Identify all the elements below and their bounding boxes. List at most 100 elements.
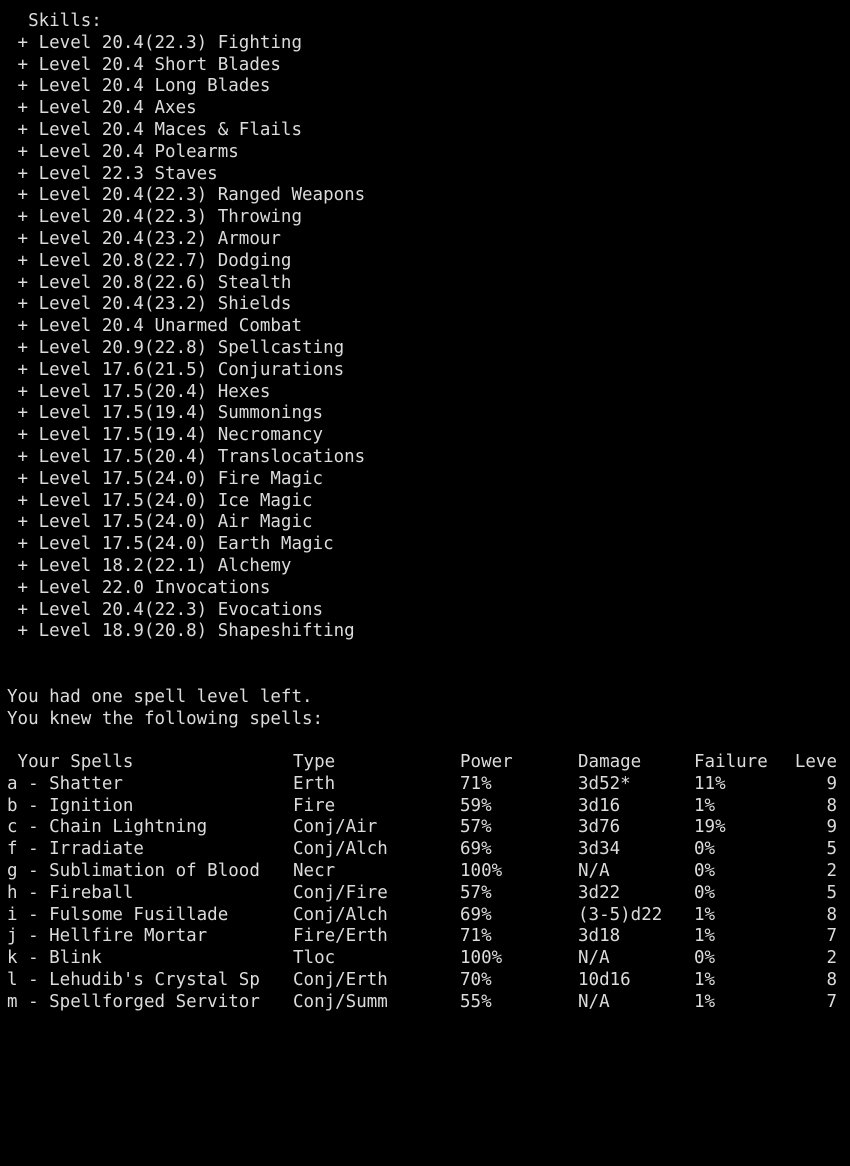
skill-row: + Level 20.4(23.2) Shields: [7, 294, 292, 315]
skill-row: + Level 18.9(20.8) Shapeshifting: [7, 621, 355, 642]
spell-name[interactable]: g - Sublimation of Blood: [7, 861, 260, 883]
spell-power: 71%: [460, 773, 492, 794]
skill-row: + Level 20.4(22.3) Evocations: [7, 599, 324, 620]
skill-row: + Level 17.5(20.4) Translocations: [7, 446, 366, 467]
spell-damage: N/A: [578, 948, 610, 969]
spell-power: 100%: [460, 948, 503, 969]
spell-damage: 3d16: [578, 795, 621, 816]
spell-row-c[interactable]: c - Chain Lightning Conj/Air 57% 3d76 19…: [7, 817, 850, 839]
spell-damage: 3d76: [578, 817, 621, 838]
spell-damage: 3d52*: [578, 773, 631, 794]
spell-name[interactable]: f - Irradiate: [7, 839, 144, 861]
spell-level: 9: [826, 817, 837, 838]
skill-row: + Level 17.5(20.4) Hexes: [7, 381, 271, 402]
spell-level: 7: [826, 926, 837, 947]
spell-failure: 1%: [694, 904, 716, 925]
spell-row-m[interactable]: m - Spellforged Servitor Conj/Summ 55% N…: [7, 992, 850, 1014]
spell-type: Conj/Fire: [293, 882, 388, 903]
skill-row: + Level 20.8(22.7) Dodging: [7, 250, 292, 271]
skill-row: + Level 20.4 Axes: [7, 98, 197, 119]
spell-damage: 3d34: [578, 839, 621, 860]
spell-power: 59%: [460, 795, 492, 816]
skill-row: + Level 17.5(24.0) Earth Magic: [7, 534, 334, 555]
spell-type: Tloc: [293, 948, 336, 969]
spell-damage: N/A: [578, 861, 610, 882]
spell-row-h[interactable]: h - Fireball Conj/Fire 57% 3d22 0% 5: [7, 883, 850, 905]
spell-name[interactable]: b - Ignition: [7, 796, 133, 818]
spell-power: 69%: [460, 904, 492, 925]
spell-type: Fire/Erth: [293, 926, 388, 947]
spell-table-header-row: Your Spells Type Power Damage Failure Le…: [7, 752, 850, 774]
spell-type: Conj/Summ: [293, 991, 388, 1012]
column-header-failure: Failure: [694, 752, 768, 773]
spell-power: 55%: [460, 991, 492, 1012]
spell-power: 57%: [460, 817, 492, 838]
spell-row-a[interactable]: a - Shatter Erth 71% 3d52* 11% 9: [7, 774, 850, 796]
spell-type: Conj/Erth: [293, 970, 388, 991]
spell-level: 9: [826, 773, 837, 794]
spell-level-message: You had one spell level left.: [7, 686, 313, 707]
spell-type: Conj/Alch: [293, 904, 388, 925]
spell-name[interactable]: c - Chain Lightning: [7, 817, 207, 839]
spell-name[interactable]: j - Hellfire Mortar: [7, 926, 207, 948]
skills-section: Skills: + Level 20.4(22.3) Fighting + Le…: [0, 0, 850, 643]
spell-damage: (3-5)d22: [578, 904, 663, 925]
spell-failure: 1%: [694, 795, 716, 816]
spell-level: 5: [826, 839, 837, 860]
spell-level: 8: [826, 970, 837, 991]
spell-failure: 1%: [694, 991, 716, 1012]
spell-level: 2: [826, 861, 837, 882]
skill-row: + Level 17.5(24.0) Fire Magic: [7, 468, 324, 489]
spell-failure: 19%: [694, 817, 726, 838]
known-spells-message: You knew the following spells:: [7, 708, 324, 729]
spell-failure: 0%: [694, 839, 716, 860]
skill-row: + Level 20.4 Unarmed Combat: [7, 316, 303, 337]
spell-name[interactable]: l - Lehudib's Crystal Sp: [7, 970, 260, 992]
spell-name[interactable]: a - Shatter: [7, 774, 123, 796]
skill-row: + Level 18.2(22.1) Alchemy: [7, 555, 292, 576]
spell-failure: 1%: [694, 970, 716, 991]
spell-row-j[interactable]: j - Hellfire Mortar Fire/Erth 71% 3d18 1…: [7, 926, 850, 948]
terminal-screen: Skills: + Level 20.4(22.3) Fighting + Le…: [0, 0, 850, 1024]
spell-type: Erth: [293, 773, 336, 794]
spell-level: 7: [826, 991, 837, 1012]
spell-name[interactable]: h - Fireball: [7, 883, 133, 905]
skill-row: + Level 20.4 Maces & Flails: [7, 119, 303, 140]
skill-row: + Level 17.5(19.4) Summonings: [7, 403, 324, 424]
spell-row-b[interactable]: b - Ignition Fire 59% 3d16 1% 8: [7, 796, 850, 818]
spell-failure: 0%: [694, 882, 716, 903]
spell-damage: N/A: [578, 991, 610, 1012]
column-header-power: Power: [460, 752, 513, 773]
spell-name[interactable]: k - Blink: [7, 948, 102, 970]
skill-row: + Level 20.4(23.2) Armour: [7, 228, 281, 249]
skill-row: + Level 20.9(22.8) Spellcasting: [7, 337, 345, 358]
spell-damage: 10d16: [578, 970, 631, 991]
spell-power: 57%: [460, 882, 492, 903]
spell-row-g[interactable]: g - Sublimation of Blood Necr 100% N/A 0…: [7, 861, 850, 883]
spell-type: Conj/Air: [293, 817, 378, 838]
skill-row: + Level 17.6(21.5) Conjurations: [7, 359, 345, 380]
spell-damage: 3d18: [578, 926, 621, 947]
spell-row-l[interactable]: l - Lehudib's Crystal Sp Conj/Erth 70% 1…: [7, 970, 850, 992]
spell-row-k[interactable]: k - Blink Tloc 100% N/A 0% 2: [7, 948, 850, 970]
skill-row: + Level 17.5(24.0) Air Magic: [7, 512, 313, 533]
spell-type: Conj/Alch: [293, 839, 388, 860]
skill-row: + Level 22.0 Invocations: [7, 577, 271, 598]
spell-row-f[interactable]: f - Irradiate Conj/Alch 69% 3d34 0% 5: [7, 839, 850, 861]
message-section: You had one spell level left. You knew t…: [0, 687, 850, 731]
skill-row: + Level 22.3 Staves: [7, 163, 218, 184]
skill-row: + Level 20.4(22.3) Ranged Weapons: [7, 185, 366, 206]
spell-name[interactable]: m - Spellforged Servitor: [7, 992, 260, 1014]
spell-row-i[interactable]: i - Fulsome Fusillade Conj/Alch 69% (3-5…: [7, 905, 850, 927]
skill-row: + Level 20.4(22.3) Fighting: [7, 32, 303, 53]
spell-level: 5: [826, 882, 837, 903]
spell-damage: 3d22: [578, 882, 621, 903]
skill-row: + Level 17.5(19.4) Necromancy: [7, 425, 324, 446]
skills-heading: Skills:: [7, 11, 102, 31]
spell-failure: 11%: [694, 773, 726, 794]
spell-level: 8: [826, 904, 837, 925]
spell-name[interactable]: i - Fulsome Fusillade: [7, 905, 228, 927]
